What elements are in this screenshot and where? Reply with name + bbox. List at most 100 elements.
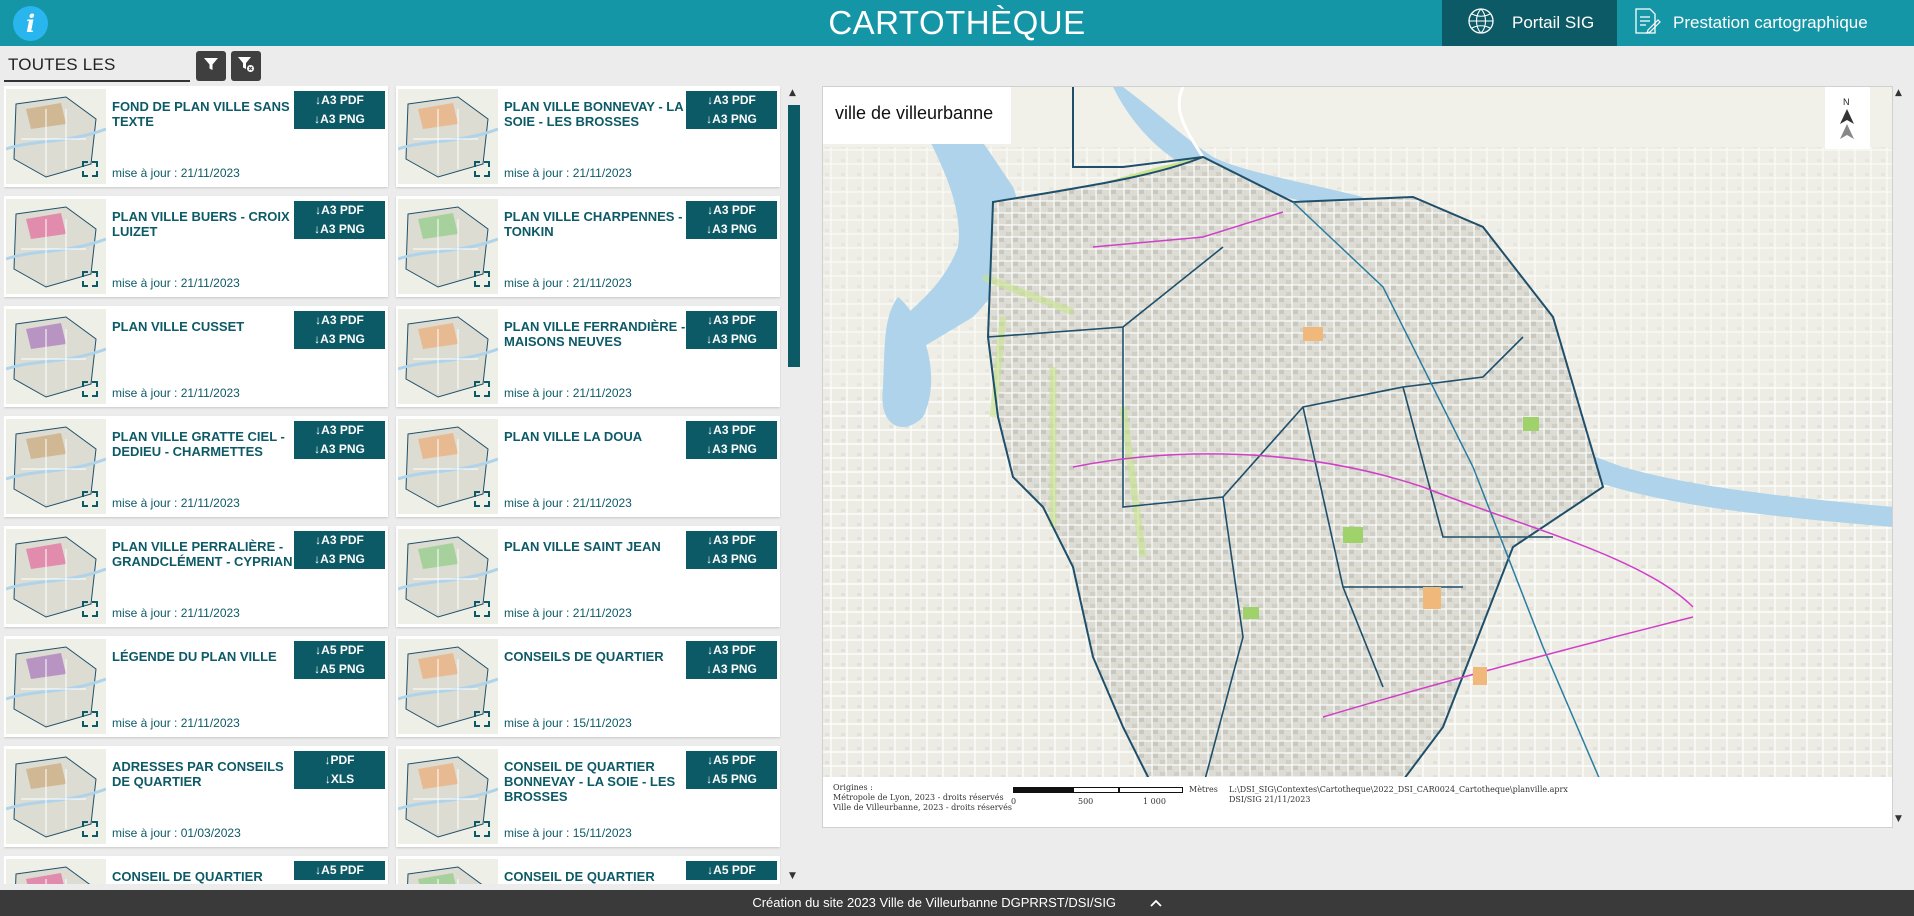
download-button[interactable]: ↓A5 PNG — [294, 660, 385, 679]
map-card[interactable]: CONSEIL DE QUARTIER BONNEVAY - LA SOIE -… — [396, 746, 780, 847]
scroll-up-icon[interactable]: ▲ — [789, 88, 796, 98]
download-button[interactable]: ↓A3 PDF — [686, 531, 777, 550]
map-card[interactable]: PLAN VILLE PERRALIÈRE - GRANDCLÉMENT - C… — [4, 526, 388, 627]
expand-icon[interactable] — [474, 601, 490, 617]
nav-prestation-cartographique[interactable]: Prestation cartographique — [1617, 0, 1914, 46]
download-button[interactable]: ↓A3 PNG — [686, 440, 777, 459]
map-card[interactable]: PLAN VILLE BONNEVAY - LA SOIE - LES BROS… — [396, 86, 780, 187]
map-scroll-up-icon[interactable]: ▲ — [1895, 88, 1902, 98]
expand-icon[interactable] — [474, 491, 490, 507]
map-card[interactable]: FOND DE PLAN VILLE SANS TEXTE mise à jour… — [4, 86, 388, 187]
map-thumbnail[interactable] — [398, 199, 498, 294]
map-card-list: FOND DE PLAN VILLE SANS TEXTE mise à jour… — [4, 86, 781, 884]
expand-icon[interactable] — [82, 601, 98, 617]
filter-button[interactable] — [196, 51, 226, 81]
map-card[interactable]: PLAN VILLE BUERS - CROIX LUIZET mise à jo… — [4, 196, 388, 297]
download-button[interactable]: ↓XLS — [294, 770, 385, 789]
expand-icon[interactable] — [82, 711, 98, 727]
expand-icon[interactable] — [474, 711, 490, 727]
scrollbar-thumb[interactable] — [788, 105, 800, 367]
map-thumbnail[interactable] — [6, 309, 106, 404]
expand-icon[interactable] — [82, 271, 98, 287]
map-thumbnail[interactable] — [398, 859, 498, 884]
download-button[interactable]: ↓A3 PNG — [294, 330, 385, 349]
download-button[interactable]: ↓A3 PNG — [686, 660, 777, 679]
map-card[interactable]: PLAN VILLE LA DOUA mise à jour : 21/11/20… — [396, 416, 780, 517]
all-maps-tab[interactable]: TOUTES LES CARTES — [4, 50, 190, 104]
download-button[interactable]: ↓A5 PDF — [294, 861, 385, 880]
map-card[interactable]: PLAN VILLE CHARPENNES - TONKIN mise à jou… — [396, 196, 780, 297]
download-button[interactable]: ↓A3 PDF — [294, 531, 385, 550]
map-thumbnail[interactable] — [398, 89, 498, 184]
download-button[interactable]: ↓A3 PNG — [294, 550, 385, 569]
scroll-down-icon[interactable]: ▼ — [789, 871, 796, 881]
map-card[interactable]: ADRESSES PAR CONSEILS DE QUARTIER mise à … — [4, 746, 388, 847]
expand-icon[interactable] — [82, 491, 98, 507]
globe-icon — [1464, 6, 1498, 40]
download-button[interactable]: ↓A3 PDF — [686, 421, 777, 440]
card-title: PLAN VILLE CUSSET — [112, 319, 245, 334]
map-scrollbar[interactable]: ▲ ▼ — [1893, 86, 1907, 828]
download-button[interactable]: ↓A3 PDF — [294, 421, 385, 440]
expand-icon[interactable] — [82, 821, 98, 837]
download-button[interactable]: ↓A3 PNG — [686, 330, 777, 349]
download-button[interactable]: ↓A3 PDF — [294, 201, 385, 220]
card-title: PLAN VILLE BONNEVAY - LA SOIE - LES BROS… — [504, 99, 684, 129]
map-thumbnail[interactable] — [6, 529, 106, 624]
map-card[interactable]: PLAN VILLE CUSSET mise à jour : 21/11/202… — [4, 306, 388, 407]
expand-icon[interactable] — [474, 381, 490, 397]
expand-icon[interactable] — [474, 271, 490, 287]
download-button[interactable]: ↓A5 PDF — [686, 861, 777, 880]
download-button[interactable]: ↓A3 PNG — [686, 110, 777, 129]
map-thumbnail[interactable] — [398, 419, 498, 514]
map-preview[interactable]: ville de villeurbanne N Origines : Métro… — [822, 86, 1893, 828]
download-button[interactable]: ↓A3 PDF — [686, 311, 777, 330]
nav-portail-sig[interactable]: Portail SIG — [1442, 0, 1617, 46]
download-button[interactable]: ↓A3 PNG — [686, 550, 777, 569]
expand-icon[interactable] — [82, 161, 98, 177]
map-thumbnail[interactable] — [6, 859, 106, 884]
scale-label-1000: 1 000 — [1143, 797, 1166, 806]
map-thumbnail[interactable] — [6, 419, 106, 514]
map-card[interactable]: LÉGENDE DU PLAN VILLE mise à jour : 21/11… — [4, 636, 388, 737]
card-update-date: mise à jour : 15/11/2023 — [504, 826, 632, 840]
expand-icon[interactable] — [474, 821, 490, 837]
card-title: PLAN VILLE PERRALIÈRE - GRANDCLÉMENT - C… — [112, 539, 293, 569]
map-thumbnail[interactable] — [6, 749, 106, 844]
origins-line-1: Métropole de Lyon, 2023 - droits réservé… — [833, 793, 1004, 802]
download-button[interactable]: ↓A3 PDF — [686, 201, 777, 220]
map-card[interactable]: PLAN VILLE GRATTE CIEL - DEDIEU - CHARME… — [4, 416, 388, 517]
expand-icon[interactable] — [82, 381, 98, 397]
download-button[interactable]: ↓A3 PDF — [294, 91, 385, 110]
map-card[interactable]: CONSEILS DE QUARTIER mise à jour : 15/11/… — [396, 636, 780, 737]
download-button[interactable]: ↓A3 PDF — [294, 311, 385, 330]
expand-icon[interactable] — [474, 161, 490, 177]
download-button[interactable]: ↓A3 PDF — [686, 91, 777, 110]
map-thumbnail[interactable] — [6, 89, 106, 184]
map-thumbnail[interactable] — [398, 529, 498, 624]
chevron-up-icon[interactable] — [1150, 890, 1162, 916]
clear-filter-button[interactable] — [231, 51, 261, 81]
map-thumbnail[interactable] — [398, 639, 498, 734]
map-thumbnail[interactable] — [6, 199, 106, 294]
map-card[interactable]: PLAN VILLE FERRANDIÈRE - MAISONS NEUVES m… — [396, 306, 780, 407]
download-button[interactable]: ↓A3 PNG — [294, 440, 385, 459]
map-scroll-down-icon[interactable]: ▼ — [1895, 814, 1902, 824]
download-button[interactable]: ↓A3 PDF — [686, 641, 777, 660]
filter-clear-icon — [237, 55, 255, 77]
info-icon[interactable]: i — [13, 6, 48, 41]
download-button[interactable]: ↓A5 PNG — [686, 770, 777, 789]
download-button[interactable]: ↓A5 PDF — [294, 641, 385, 660]
map-card[interactable]: CONSEIL DE QUARTIER ↓A5 PDF — [396, 856, 780, 884]
download-button[interactable]: ↓A3 PNG — [686, 220, 777, 239]
list-scrollbar[interactable]: ▲ ▼ — [786, 86, 802, 884]
download-button[interactable]: ↓A5 PDF — [686, 751, 777, 770]
map-card[interactable]: CONSEIL DE QUARTIER ↓A5 PDF — [4, 856, 388, 884]
map-thumbnail[interactable] — [398, 749, 498, 844]
map-thumbnail[interactable] — [6, 639, 106, 734]
map-thumbnail[interactable] — [398, 309, 498, 404]
map-card[interactable]: PLAN VILLE SAINT JEAN mise à jour : 21/11… — [396, 526, 780, 627]
download-button[interactable]: ↓A3 PNG — [294, 110, 385, 129]
download-button[interactable]: ↓A3 PNG — [294, 220, 385, 239]
download-button[interactable]: ↓PDF — [294, 751, 385, 770]
